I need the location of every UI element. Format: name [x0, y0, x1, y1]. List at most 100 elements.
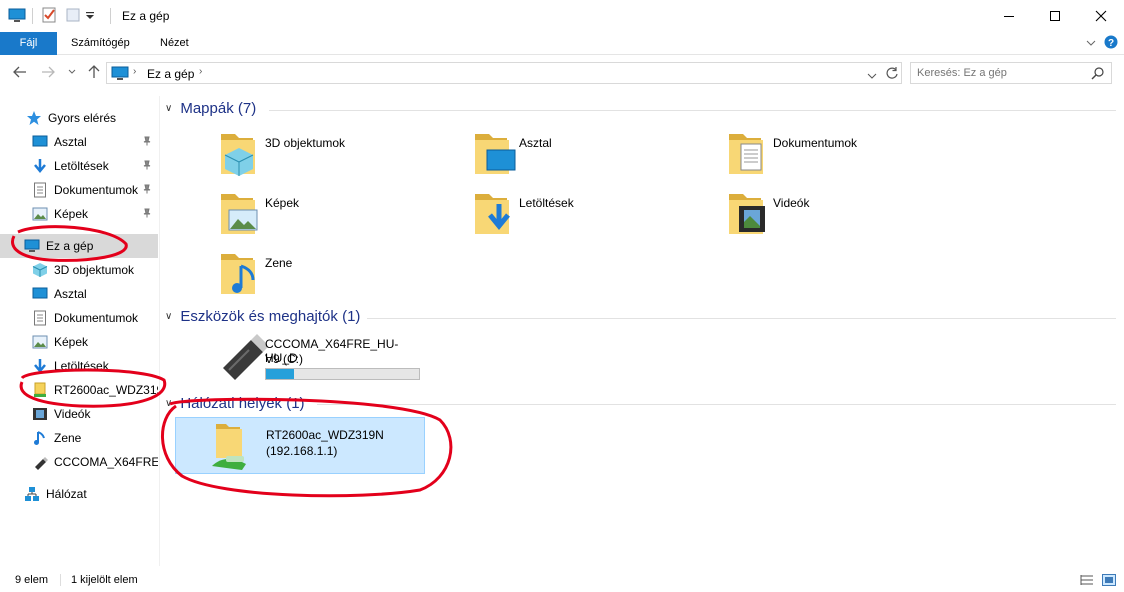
music-note-icon: [32, 430, 48, 446]
sidebar-item-label: CCCOMA_X64FRE_HU-HU_DV9: [54, 455, 158, 469]
sidebar-item-label: Gyors elérés: [48, 111, 117, 125]
folder-downloads-icon: [473, 188, 521, 238]
folder-tile-desktop[interactable]: Asztal: [473, 128, 723, 186]
collapse-chevron-icon[interactable]: ∨: [165, 311, 172, 322]
folder-tile-pictures[interactable]: Képek: [219, 188, 469, 246]
sidebar-item-downloads-pinned[interactable]: Letöltések: [0, 154, 158, 178]
sidebar-item-music[interactable]: Zene: [0, 426, 158, 450]
sidebar-item-downloads[interactable]: Letöltések: [0, 354, 158, 378]
minimize-button[interactable]: [986, 0, 1032, 32]
folder-label: 3D objektumok: [265, 136, 346, 150]
tab-file[interactable]: Fájl: [0, 32, 57, 55]
sidebar-item-pictures[interactable]: Képek: [0, 330, 158, 354]
document-icon: [32, 310, 48, 326]
sidebar-item-usb-drive[interactable]: CCCOMA_X64FRE_HU-HU_DV9: [0, 450, 158, 474]
help-icon[interactable]: ?: [1104, 35, 1118, 52]
sidebar-item-this-pc[interactable]: Ez a gép: [0, 234, 158, 258]
back-arrow-icon[interactable]: [10, 62, 30, 82]
pin-icon[interactable]: [142, 208, 152, 221]
folder-tile-downloads[interactable]: Letöltések: [473, 188, 723, 246]
sidebar-item-documents[interactable]: Dokumentumok: [0, 306, 158, 330]
sidebar-item-label: Letöltések: [54, 359, 109, 373]
picture-icon: [32, 334, 48, 350]
forward-arrow-icon[interactable]: [38, 62, 58, 82]
group-title: Eszközök és meghajtók (1): [180, 308, 361, 325]
desktop-icon: [32, 286, 48, 302]
drive-usage-bar: [265, 368, 420, 380]
collapse-chevron-icon[interactable]: ∨: [165, 103, 172, 114]
sidebar-item-videos[interactable]: Videók: [0, 402, 158, 426]
network-folder-icon: [212, 422, 260, 472]
refresh-icon[interactable]: [885, 66, 899, 83]
sidebar-item-3d-objects[interactable]: 3D objektumok: [0, 258, 158, 282]
address-history-chevron-icon[interactable]: [867, 69, 877, 83]
close-button[interactable]: [1078, 0, 1124, 32]
maximize-button[interactable]: [1032, 0, 1078, 32]
ribbon-tab-bar: Fájl Számítógép Nézet ?: [0, 32, 1124, 55]
network-drive-icon: [32, 382, 48, 398]
search-input[interactable]: [917, 65, 1087, 81]
group-header-devices[interactable]: ∨ Eszközök és meghajtók (1): [165, 308, 360, 325]
drive-usage-fill: [266, 369, 294, 379]
download-arrow-icon: [32, 358, 48, 374]
expand-ribbon-chevron-icon[interactable]: [1086, 37, 1096, 51]
sidebar-item-desktop-pinned[interactable]: Asztal: [0, 130, 158, 154]
drive-tile-usb[interactable]: CCCOMA_X64FRE_HU-HU_D V9 (C:): [219, 334, 429, 382]
sidebar-item-desktop[interactable]: Asztal: [0, 282, 158, 306]
sidebar-item-documents-pinned[interactable]: Dokumentumok: [0, 178, 158, 202]
folder-tile-music[interactable]: Zene: [219, 248, 469, 306]
group-title: Hálózati helyek (1): [180, 395, 305, 412]
network-icon: [24, 486, 40, 502]
up-arrow-icon[interactable]: [84, 62, 104, 82]
folder-label: Zene: [265, 256, 293, 270]
tiles-view-icon[interactable]: [1102, 574, 1116, 586]
group-header-folders[interactable]: ∨ Mappák (7): [165, 100, 256, 117]
document-icon: [32, 182, 48, 198]
folder-tile-documents[interactable]: Dokumentumok: [727, 128, 977, 186]
sidebar-item-label: Képek: [54, 207, 89, 221]
navigation-pane: Gyors elérés Asztal Letöltések Dokumentu…: [0, 96, 160, 566]
breadcrumb[interactable]: Ez a gép: [147, 67, 194, 81]
folder-label: Képek: [265, 196, 300, 210]
network-location-tile[interactable]: RT2600ac_WDZ319N (192.168.1.1): [175, 417, 425, 474]
sidebar-item-label: Képek: [54, 335, 89, 349]
folder-pictures-icon: [219, 188, 267, 238]
sidebar-item-network[interactable]: Hálózat: [0, 482, 158, 506]
search-icon[interactable]: [1091, 66, 1105, 83]
pin-icon[interactable]: [142, 160, 152, 173]
sidebar-item-label: Zene: [54, 431, 82, 445]
selected-count: 1 kijelölt elem: [71, 574, 138, 586]
new-folder-icon[interactable]: [64, 6, 82, 24]
sidebar-item-network-drive[interactable]: RT2600ac_WDZ319N: [0, 378, 158, 402]
sidebar-item-label: Asztal: [54, 135, 87, 149]
properties-icon[interactable]: [40, 6, 58, 24]
sidebar-item-label: RT2600ac_WDZ319N: [54, 383, 158, 397]
search-box[interactable]: [910, 62, 1112, 84]
tab-view[interactable]: Nézet: [150, 32, 199, 55]
folder-tile-3d-objects[interactable]: 3D objektumok: [219, 128, 469, 186]
pin-icon[interactable]: [142, 136, 152, 149]
title-bar: Ez a gép: [0, 0, 1124, 32]
breadcrumb-chevron-icon[interactable]: ›: [133, 66, 136, 77]
tab-computer[interactable]: Számítógép: [61, 32, 140, 55]
collapse-chevron-icon[interactable]: ∨: [165, 398, 172, 409]
item-count: 9 elem: [15, 574, 49, 586]
sidebar-item-quick-access[interactable]: Gyors elérés: [0, 106, 158, 130]
recent-locations-chevron-icon[interactable]: [62, 62, 82, 82]
details-view-icon[interactable]: [1080, 574, 1094, 586]
sidebar-item-pictures-pinned[interactable]: Képek: [0, 202, 158, 226]
group-title: Mappák (7): [180, 100, 257, 117]
picture-icon: [32, 206, 48, 222]
customize-toolbar-chevron-icon[interactable]: [84, 6, 102, 24]
svg-text:?: ?: [1108, 38, 1114, 49]
download-arrow-icon: [32, 158, 48, 174]
address-bar[interactable]: › Ez a gép ›: [106, 62, 902, 84]
folder-tile-videos[interactable]: Videók: [727, 188, 977, 246]
folder-label: Letöltések: [519, 196, 574, 210]
window-title: Ez a gép: [122, 9, 170, 23]
cube-3d-icon: [32, 262, 48, 278]
breadcrumb-chevron-icon[interactable]: ›: [199, 66, 202, 77]
pin-icon[interactable]: [142, 184, 152, 197]
group-header-network[interactable]: ∨ Hálózati helyek (1): [165, 395, 305, 412]
folder-music-icon: [219, 248, 267, 298]
